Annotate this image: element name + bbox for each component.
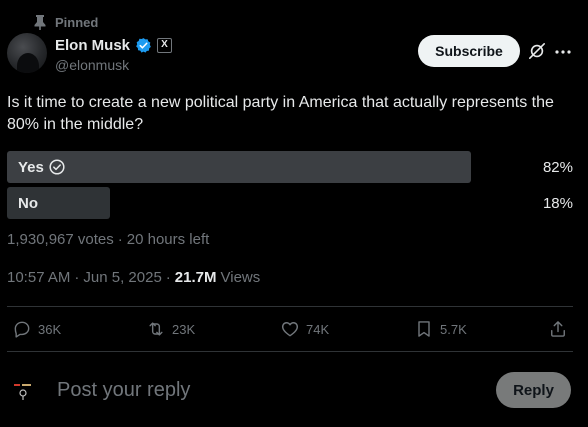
poll-meta: 1,930,967 votes · 20 hours left: [7, 231, 209, 248]
author-handle[interactable]: @elonmusk: [55, 57, 129, 73]
poll-option-label: Yes: [18, 158, 44, 176]
poll-percent: 18%: [542, 194, 573, 212]
separator: ·: [165, 269, 171, 286]
like-button[interactable]: 74K: [280, 316, 329, 342]
pin-icon: [34, 15, 46, 30]
separator: ·: [74, 269, 80, 286]
poll-bar-yes: [7, 151, 471, 183]
reply-count: 36K: [38, 321, 62, 337]
author-avatar[interactable]: [7, 33, 47, 73]
check-circle-icon: [49, 159, 65, 175]
post-time[interactable]: 10:57 AM: [7, 269, 70, 286]
poll-option-label: No: [18, 194, 38, 212]
poll-percent: 82%: [542, 158, 573, 176]
divider: [7, 306, 573, 307]
repost-button[interactable]: 23K: [146, 316, 195, 342]
pinned-label: Pinned: [55, 14, 99, 30]
pinned-indicator: Pinned: [34, 13, 98, 31]
post-timestamp-row: 10:57 AM · Jun 5, 2025 · 21.7M Views: [7, 269, 260, 286]
share-button[interactable]: [548, 316, 568, 342]
heart-icon: [281, 322, 299, 337]
reply-input[interactable]: [57, 375, 477, 405]
views-count: 21.7M: [174, 269, 217, 286]
grok-icon[interactable]: [528, 42, 546, 60]
bookmark-count: 5.7K: [440, 321, 467, 337]
separator: ·: [117, 231, 123, 248]
reply-submit-button[interactable]: Reply: [496, 372, 571, 408]
more-dots-icon[interactable]: [554, 43, 572, 61]
reply-icon: [14, 321, 30, 338]
verified-badge-icon[interactable]: [135, 37, 152, 54]
author-name-row: Elon Musk X: [55, 36, 173, 54]
post-text: Is it time to create a new political par…: [7, 94, 554, 133]
divider: [7, 351, 573, 352]
poll-time-left: 20 hours left: [126, 231, 210, 248]
poll-votes: 1,930,967 votes: [7, 231, 114, 248]
subscribe-button[interactable]: Subscribe: [418, 35, 520, 67]
repost-count: 23K: [172, 321, 196, 337]
reply-button[interactable]: 36K: [12, 316, 61, 342]
user-avatar-icon: [14, 384, 31, 400]
like-count: 74K: [306, 321, 330, 337]
repost-icon: [149, 322, 163, 336]
affiliation-badge-icon[interactable]: X: [157, 37, 173, 53]
views-label: Views: [220, 269, 261, 286]
share-icon: [551, 321, 565, 337]
post-date[interactable]: Jun 5, 2025: [83, 269, 161, 286]
bookmark-icon: [418, 321, 430, 337]
poll-option-yes[interactable]: Yes 82%: [7, 151, 573, 183]
user-avatar[interactable]: [10, 378, 36, 404]
poll-option-no[interactable]: No 18%: [7, 187, 573, 219]
bookmark-button[interactable]: 5.7K: [414, 316, 467, 342]
author-display-name[interactable]: Elon Musk: [55, 37, 130, 54]
